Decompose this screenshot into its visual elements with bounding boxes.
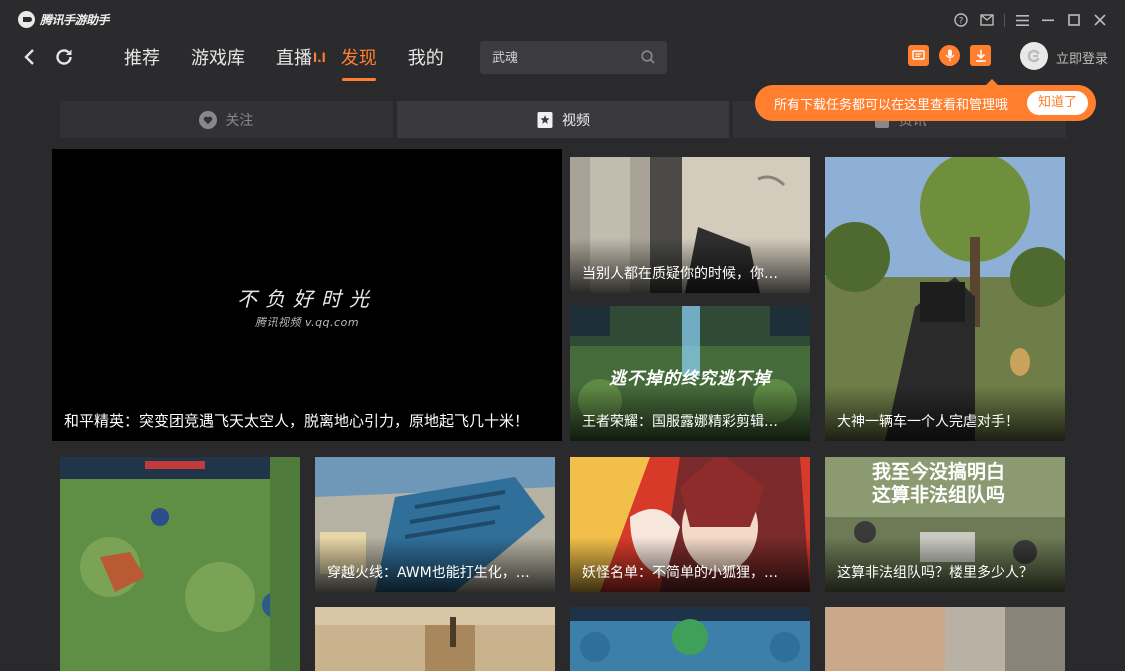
window-controls: ?: [948, 9, 1113, 31]
user-avatar-icon: [1027, 49, 1040, 63]
video-title: 王者荣耀：国服露娜精彩剪辑…: [582, 414, 778, 430]
tooltip-text: 所有下载任务都可以在这里查看和管理哦: [774, 98, 1009, 113]
star-bookmark-icon: [537, 111, 553, 128]
video-thumbnail: [60, 457, 300, 671]
divider: [1004, 13, 1005, 27]
video-title: 穿越火线：AWM也能打生化，…: [327, 565, 530, 581]
main-tabs: 推荐 游戏库 直播l.l 发现 我的: [124, 44, 475, 82]
heart-icon: [199, 110, 218, 129]
video-card[interactable]: 我至今没搞明白 这算非法组队吗 这算非法组队吗？楼里多少人？: [825, 457, 1065, 592]
video-overlay-text: 我至今没搞明白 这算非法组队吗: [872, 461, 1005, 507]
avatar[interactable]: [1020, 42, 1048, 70]
download-tooltip: 所有下载任务都可以在这里查看和管理哦 知道了: [755, 79, 1096, 121]
tab-recommend[interactable]: 推荐: [124, 44, 160, 82]
download-icon[interactable]: [970, 45, 991, 66]
video-slogan: 不负好时光: [237, 287, 377, 311]
tab-label: 游戏库: [191, 48, 245, 69]
video-card[interactable]: 当别人都在质疑你的时候，你…: [570, 157, 810, 293]
video-title: 当别人都在质疑你的时候，你…: [582, 266, 778, 282]
tab-live[interactable]: 直播l.l: [276, 44, 326, 82]
microphone-icon[interactable]: [939, 45, 960, 66]
video-thumbnail: [570, 607, 810, 671]
search-input[interactable]: [492, 49, 632, 64]
video-card[interactable]: 穿越火线：AWM也能打生化，…: [315, 457, 555, 592]
close-icon[interactable]: [1087, 9, 1113, 31]
video-source: 腾讯视频 v.qq.com: [254, 316, 360, 329]
mail-icon[interactable]: [974, 9, 1000, 31]
video-thumbnail: [825, 607, 1065, 671]
maximize-icon[interactable]: [1061, 9, 1087, 31]
refresh-icon[interactable]: [52, 45, 76, 69]
subtab-label: 关注: [225, 112, 254, 129]
tab-label: 发现: [340, 48, 377, 69]
video-card[interactable]: [825, 607, 1065, 671]
overlay-line: 这算非法组队吗: [872, 484, 1006, 506]
back-icon[interactable]: [18, 45, 42, 69]
featured-video-card[interactable]: 不负好时光 腾讯视频 v.qq.com 和平精英：突变团竞遇飞天太空人，脱离地心…: [52, 149, 562, 441]
tab-label: 推荐: [124, 48, 160, 69]
search-box: [480, 41, 667, 74]
subtab-label: 视频: [562, 112, 590, 129]
live-indicator-icon: l.l: [313, 51, 326, 65]
tab-label: 直播: [276, 48, 312, 69]
search-icon[interactable]: [640, 49, 656, 65]
svg-text:?: ?: [959, 17, 964, 27]
video-card[interactable]: [570, 607, 810, 671]
app-logo: 腾讯手游助手: [18, 11, 110, 28]
video-card[interactable]: 逃不掉的终究逃不掉 王者荣耀：国服露娜精彩剪辑…: [570, 306, 810, 441]
video-title: 大神一辆车一个人完虐对手！: [837, 414, 1019, 430]
video-thumbnail: [315, 607, 555, 671]
video-card[interactable]: 大神一辆车一个人完虐对手！: [825, 157, 1065, 441]
app-logo-icon: [18, 11, 35, 28]
tab-label: 我的: [407, 48, 444, 69]
top-bar: 腾讯手游助手 ? 推荐 游戏库 直播l.l 发现 我的 武魂 立即登录: [0, 0, 1125, 82]
subtab-follow[interactable]: 关注: [60, 101, 393, 138]
help-icon[interactable]: ?: [948, 9, 974, 31]
video-card[interactable]: 妖怪名单：不简单的小狐狸，…: [570, 457, 810, 592]
subtab-video[interactable]: 视频: [396, 101, 730, 138]
video-card[interactable]: [315, 607, 555, 671]
got-it-button[interactable]: 知道了: [1027, 91, 1088, 115]
menu-icon[interactable]: [1009, 9, 1035, 31]
message-icon[interactable]: [908, 45, 929, 66]
app-name: 腾讯手游助手: [40, 13, 110, 27]
video-title: 这算非法组队吗？楼里多少人？: [837, 565, 1033, 581]
login-link[interactable]: 立即登录: [1056, 48, 1108, 67]
video-card[interactable]: [60, 457, 300, 671]
header-actions: [908, 45, 991, 66]
minimize-icon[interactable]: [1035, 9, 1061, 31]
tab-discover[interactable]: 发现: [341, 44, 377, 82]
video-title: 妖怪名单：不简单的小狐狸，…: [582, 565, 778, 581]
overlay-line: 我至今没搞明白: [872, 461, 1006, 483]
video-title: 和平精英：突变团竞遇飞天太空人，脱离地心引力，原地起飞几十米！: [64, 412, 530, 430]
tab-game-library[interactable]: 游戏库: [191, 44, 245, 82]
tab-mine[interactable]: 我的: [408, 44, 444, 82]
